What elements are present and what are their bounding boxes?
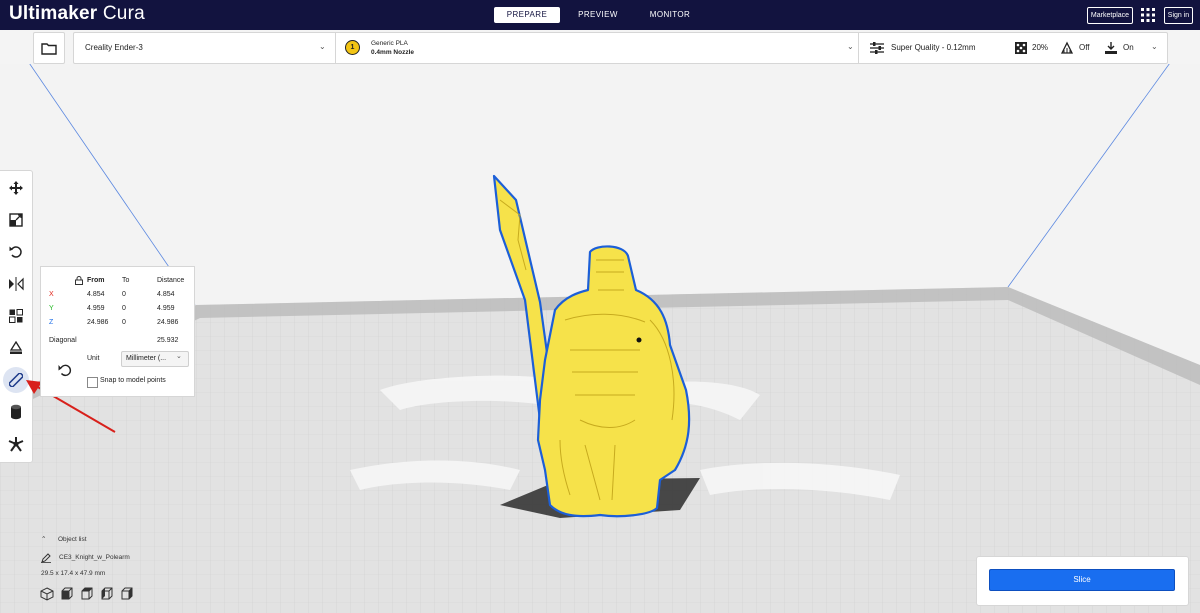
y-from: 4.959 — [87, 305, 105, 312]
per-model-settings-icon — [9, 309, 23, 323]
tab-prepare[interactable]: PREPARE — [494, 7, 560, 23]
tree-support-tool[interactable] — [3, 431, 29, 457]
x-distance: 4.854 — [157, 291, 175, 298]
col-to: To — [122, 277, 130, 284]
3d-view-icon[interactable] — [40, 587, 54, 601]
snap-label: Snap to model points — [100, 377, 166, 384]
app-logo: Ultimaker Cura — [9, 3, 145, 24]
top-bar: Ultimaker Cura PREPARE PREVIEW MONITOR M… — [0, 0, 1200, 30]
x-to: 0 — [122, 291, 126, 298]
support-value: Off — [1079, 43, 1090, 52]
extruder-badge: 1 — [345, 40, 360, 55]
axis-z-label: Z — [49, 319, 54, 326]
z-distance: 24.986 — [157, 319, 179, 326]
left-view-icon[interactable] — [100, 587, 114, 601]
sign-in-button[interactable]: Sign in — [1164, 7, 1193, 24]
x-from: 4.854 — [87, 291, 105, 298]
tab-preview[interactable]: PREVIEW — [571, 7, 625, 23]
chevron-down-icon: ⌄ — [176, 353, 182, 360]
support-blocker-icon — [9, 341, 23, 354]
col-from: From — [87, 277, 105, 284]
top-view-icon[interactable] — [80, 587, 94, 601]
slice-button[interactable]: Slice — [989, 569, 1175, 591]
reset-icon[interactable] — [58, 363, 72, 377]
support-blocker-tool[interactable] — [3, 335, 29, 361]
printer-name: Creality Ender-3 — [85, 43, 143, 52]
unit-value: Millimeter (... — [126, 355, 167, 362]
mirror-icon — [9, 277, 24, 291]
y-distance: 4.959 — [157, 305, 175, 312]
adhesion-value: On — [1123, 43, 1134, 52]
view-buttons — [40, 587, 140, 603]
axis-y-label: Y — [49, 305, 54, 312]
per-model-settings-tool[interactable] — [3, 303, 29, 329]
tab-monitor[interactable]: MONITOR — [640, 7, 700, 23]
printer-selector[interactable]: Creality Ender-3 ⌄ — [73, 32, 336, 64]
front-view-icon[interactable] — [60, 587, 74, 601]
rotate-icon — [9, 246, 22, 258]
3d-viewport[interactable]: From To Distance X 4.854 0 4.854 Y 4.959… — [0, 64, 1200, 613]
measure-point — [636, 337, 642, 343]
support-icon — [1060, 41, 1074, 54]
infill-value: 20% — [1032, 43, 1049, 52]
tree-icon — [8, 437, 24, 452]
infill-icon — [1015, 42, 1027, 54]
z-to: 0 — [122, 319, 126, 326]
chevron-down-icon: ⌄ — [319, 42, 326, 51]
header-row: Creality Ender-3 ⌄ 1 Generic PLA 0.4mm N… — [0, 30, 1200, 64]
open-file-button[interactable] — [33, 32, 65, 64]
quality-label: Super Quality - 0.12mm — [891, 43, 976, 52]
move-tool[interactable] — [3, 175, 29, 201]
chevron-down-icon: ⌄ — [1151, 42, 1158, 51]
mirror-tool[interactable] — [3, 271, 29, 297]
slice-panel: Slice — [976, 556, 1189, 606]
nozzle-name: 0.4mm Nozzle — [371, 49, 414, 56]
object-list-toggle[interactable]: Object list — [58, 536, 87, 543]
object-dimensions: 29.5 x 17.4 x 47.9 mm — [41, 570, 106, 577]
rotate-tool[interactable] — [3, 239, 29, 265]
diagonal-label: Diagonal — [49, 337, 77, 344]
z-from: 24.986 — [87, 319, 109, 326]
snap-checkbox[interactable] — [87, 377, 98, 388]
scale-icon — [9, 213, 23, 227]
measure-panel: From To Distance X 4.854 0 4.854 Y 4.959… — [40, 266, 195, 397]
diagonal-value: 25.932 — [157, 337, 179, 344]
print-settings-selector[interactable]: Super Quality - 0.12mm 20% Off On ⌄ — [858, 32, 1168, 64]
object-name: CE3_Knight_w_Polearm — [59, 554, 130, 561]
unit-label: Unit — [87, 355, 100, 362]
material-name: Generic PLA — [371, 40, 408, 47]
lock-icon[interactable] — [75, 276, 83, 285]
folder-icon — [41, 42, 57, 55]
pencil-icon[interactable] — [41, 553, 51, 563]
y-to: 0 — [122, 305, 126, 312]
unit-dropdown[interactable]: Millimeter (... ⌄ — [121, 351, 189, 367]
right-view-icon[interactable] — [120, 587, 134, 601]
grid-icon[interactable] — [1141, 8, 1155, 22]
chevron-up-icon[interactable]: ⌃ — [41, 535, 46, 543]
col-distance: Distance — [157, 277, 185, 284]
scale-tool[interactable] — [3, 207, 29, 233]
move-icon — [9, 181, 23, 195]
settings-sliders-icon — [870, 42, 884, 54]
material-selector[interactable]: 1 Generic PLA 0.4mm Nozzle ⌄ — [335, 32, 859, 64]
marketplace-button[interactable]: Marketplace — [1087, 7, 1133, 24]
adhesion-icon — [1105, 42, 1117, 54]
chevron-down-icon: ⌄ — [847, 42, 854, 51]
axis-x-label: X — [49, 291, 54, 298]
